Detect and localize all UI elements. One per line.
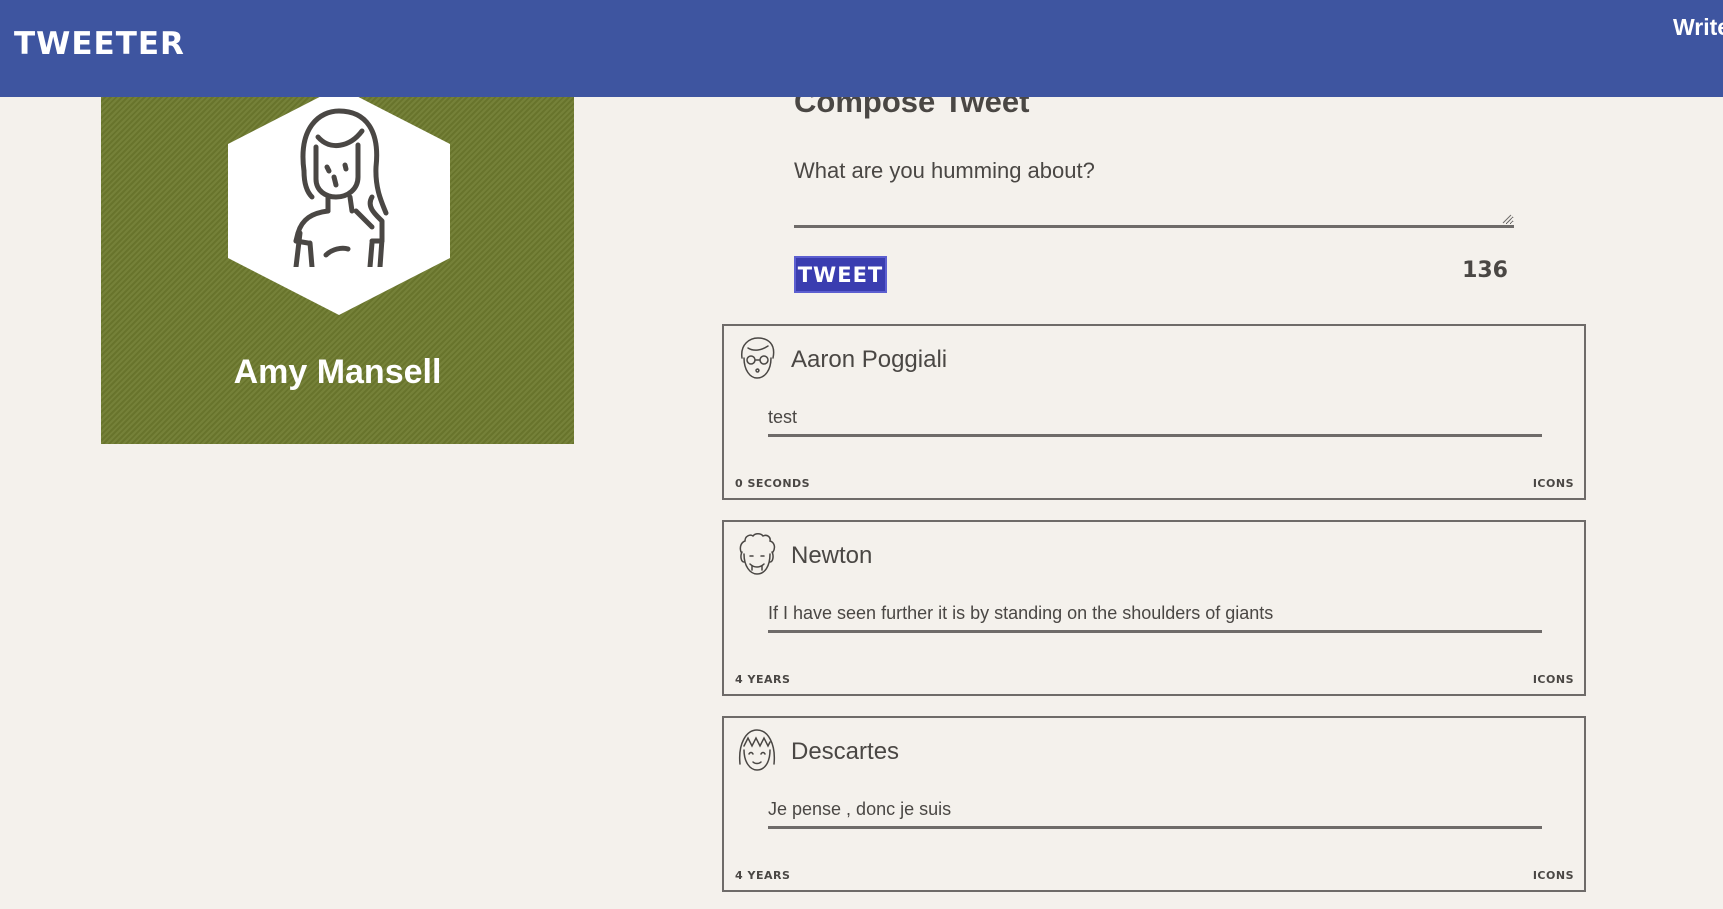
resize-grip-icon[interactable]	[1502, 214, 1512, 224]
tweet-icons-link[interactable]: ICONS	[1533, 869, 1574, 882]
tweet-author[interactable]: Newton	[791, 542, 872, 570]
tweet-age: 4 YEARS	[735, 869, 791, 882]
curly-hair-avatar-icon	[739, 533, 776, 575]
tweet-card: Aaron Poggiali test 0 SECONDS ICONS	[722, 324, 1586, 500]
tweet-button[interactable]: TWEET	[794, 256, 887, 293]
brand-logo[interactable]: TWEETER	[14, 26, 185, 62]
tweet-author[interactable]: Descartes	[791, 738, 899, 766]
compose-prompt: What are you humming about?	[794, 158, 1095, 183]
tweet-age: 4 YEARS	[735, 673, 791, 686]
tweet-author[interactable]: Aaron Poggiali	[791, 346, 947, 374]
character-count: 136	[1462, 258, 1508, 283]
bangs-avatar-icon	[738, 729, 776, 771]
tweet-age: 0 SECONDS	[735, 477, 811, 490]
man-glasses-avatar-icon	[741, 337, 775, 379]
tweet-card: Newton If I have seen further it is by s…	[722, 520, 1586, 696]
tweet-textarea[interactable]	[794, 184, 1514, 228]
woman-avatar-icon	[293, 108, 389, 267]
tweet-message: test	[768, 407, 1542, 437]
profile-avatar	[228, 87, 450, 315]
top-nav-bar: TWEETER Write	[0, 0, 1723, 97]
tweet-icons-link[interactable]: ICONS	[1533, 673, 1574, 686]
profile-card: Amy Mansell	[101, 87, 574, 444]
profile-name: Amy Mansell	[233, 353, 442, 391]
tweet-card: Descartes Je pense , donc je suis 4 YEAR…	[722, 716, 1586, 892]
tweet-message: If I have seen further it is by standing…	[768, 603, 1542, 633]
write-link[interactable]: Write	[1673, 14, 1723, 41]
tweet-message: Je pense , donc je suis	[768, 799, 1542, 829]
tweet-icons-link[interactable]: ICONS	[1533, 477, 1574, 490]
